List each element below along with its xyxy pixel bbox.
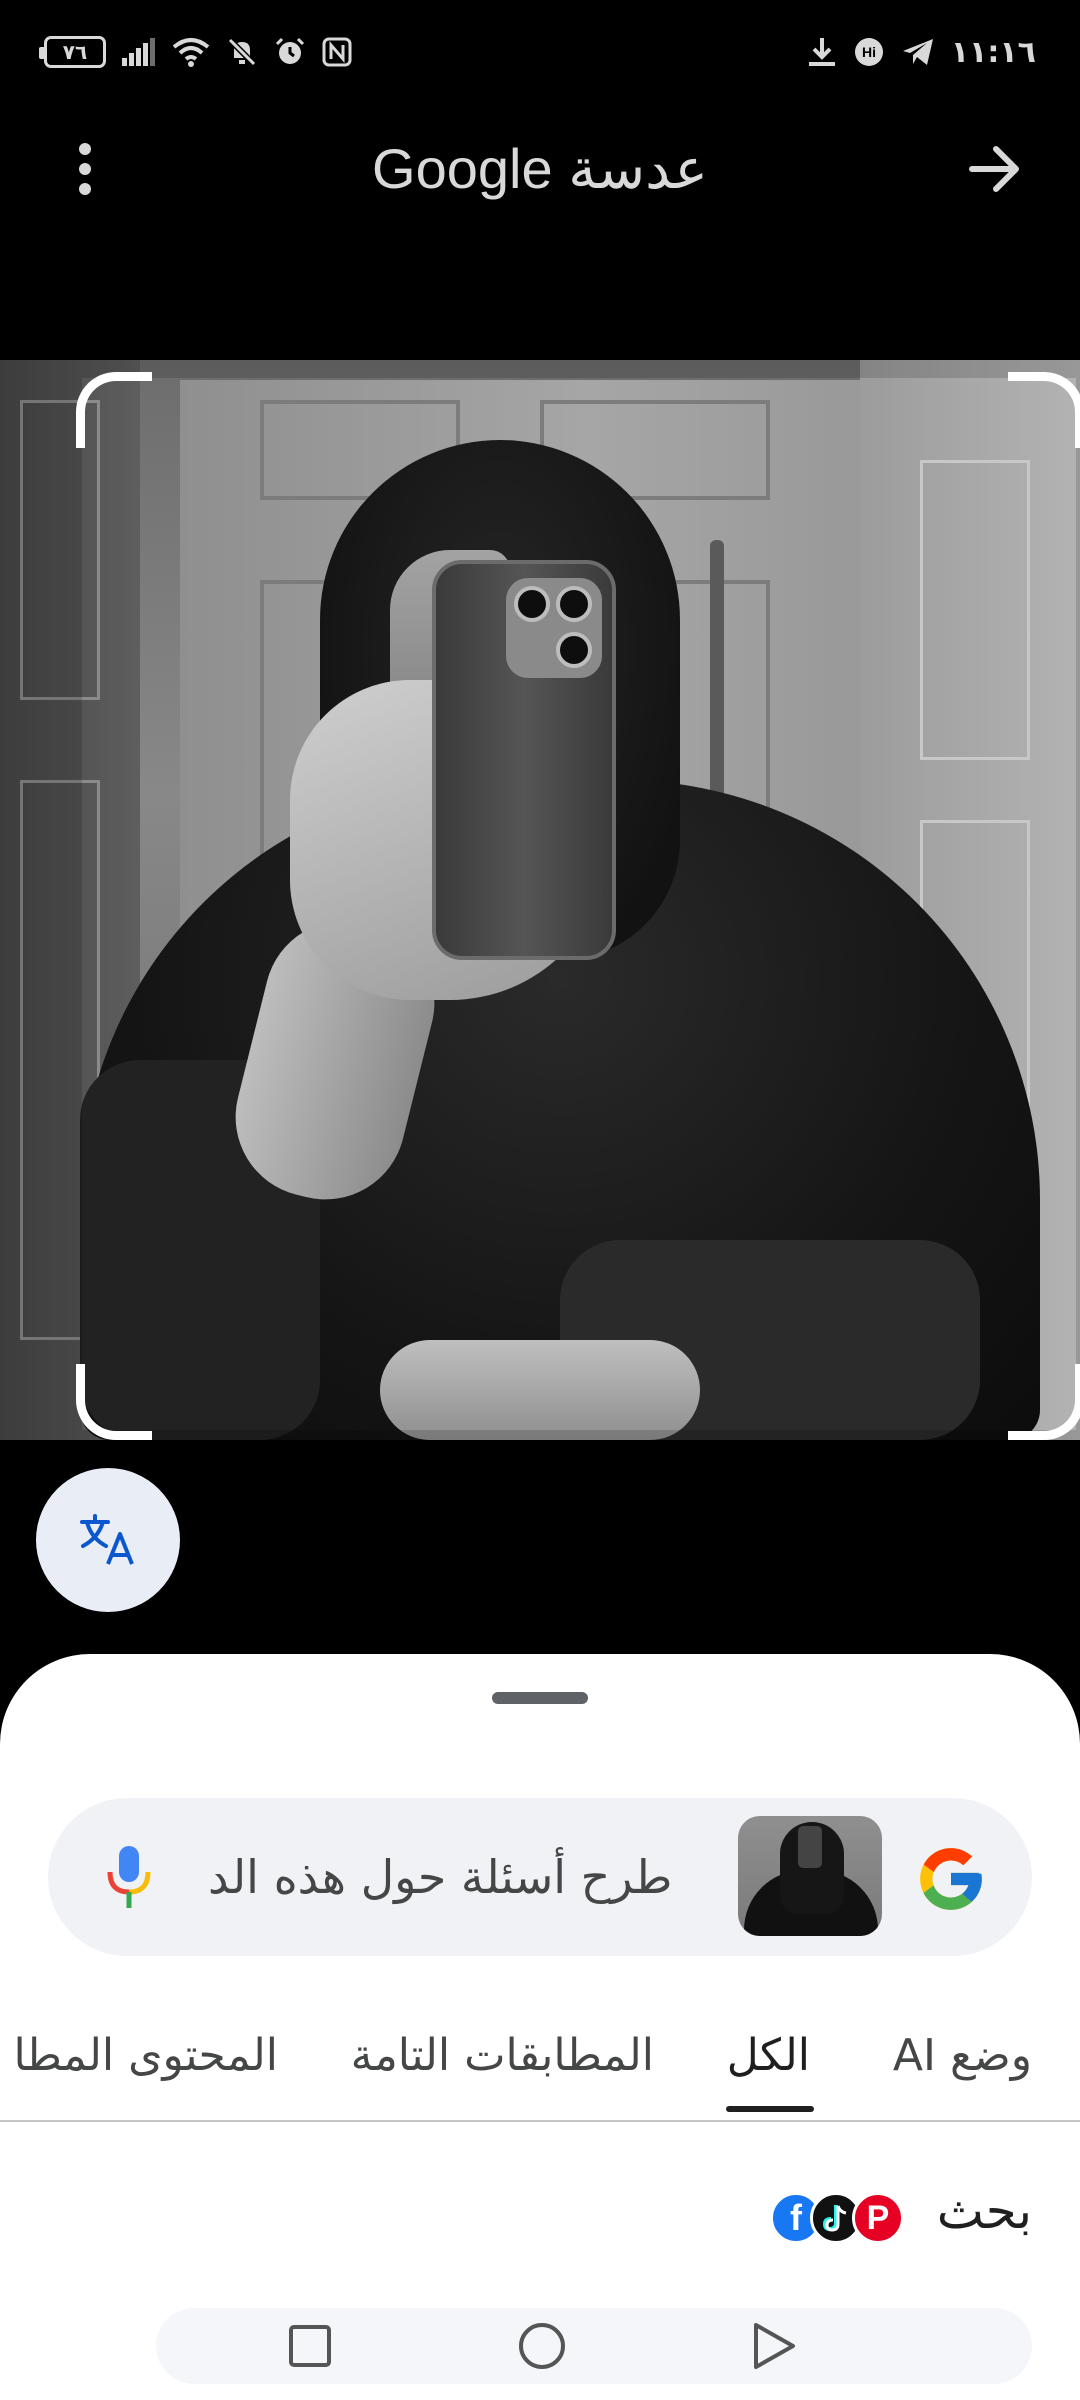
back-button[interactable]	[744, 2316, 804, 2376]
tab-ai-mode[interactable]: وضع AI	[893, 2030, 1032, 2081]
battery-level: ٧٦	[62, 40, 88, 64]
search-input[interactable]: طرح أسئلة حول هذه الد	[208, 1842, 768, 1912]
top-app-bar: عدسة Google	[0, 104, 1080, 234]
page-title: عدسة Google	[372, 136, 708, 202]
pinterest-icon: P	[852, 2192, 904, 2244]
search-sources-row[interactable]: بحث f P	[0, 2162, 1080, 2262]
status-bar: ٧٦ Hi ١١:١٦	[0, 0, 1080, 104]
svg-text:Hi: Hi	[862, 44, 876, 60]
results-sheet: طرح أسئلة حول هذه الد وضع AI الكل المطاب…	[0, 1654, 1080, 2400]
more-vert-icon	[79, 143, 91, 195]
title-lens: عدسة	[568, 137, 708, 200]
query-image-thumbnail[interactable]	[738, 1816, 882, 1936]
recents-button[interactable]	[280, 2316, 340, 2376]
crop-handle-bottom-left[interactable]	[76, 1364, 152, 1440]
hi-app-icon: Hi	[853, 36, 885, 68]
search-bar[interactable]: طرح أسئلة حول هذه الد	[48, 1798, 1032, 1956]
telegram-icon	[901, 37, 935, 67]
google-logo-icon	[914, 1842, 988, 1916]
status-left: ٧٦	[39, 36, 352, 68]
wifi-icon	[172, 37, 210, 67]
screen: ٧٦ Hi ١١:١٦ عدسة Google طرح أسئلة حول هذ…	[0, 0, 1080, 2400]
square-icon	[289, 2325, 331, 2367]
battery-icon: ٧٦	[39, 36, 106, 68]
alarm-icon	[274, 36, 306, 68]
tab-visual-matches[interactable]: المحتوى المطا	[14, 2030, 278, 2081]
nfc-icon	[322, 37, 352, 67]
drag-handle[interactable]	[492, 1692, 588, 1704]
signal-icon	[122, 38, 156, 66]
tab-all[interactable]: الكل	[727, 2030, 810, 2081]
crop-handle-top-left[interactable]	[76, 372, 152, 448]
mute-icon	[226, 36, 258, 68]
active-tab-indicator	[726, 2106, 814, 2112]
home-button[interactable]	[512, 2316, 572, 2376]
crop-frame	[82, 378, 1076, 1430]
circle-icon	[519, 2323, 565, 2369]
arrow-right-icon	[969, 146, 1019, 192]
translate-button[interactable]	[36, 1468, 180, 1612]
crop-handle-bottom-right[interactable]	[1008, 1364, 1080, 1440]
status-time: ١١:١٦	[950, 34, 1036, 70]
status-right: Hi ١١:١٦	[807, 35, 1036, 70]
more-options-button[interactable]	[40, 124, 130, 214]
sources-label: بحث	[936, 2182, 1032, 2240]
crop-handle-top-right[interactable]	[1008, 372, 1080, 448]
translate-icon	[80, 1514, 134, 1565]
voice-search-button[interactable]	[94, 1840, 164, 1914]
mic-icon	[107, 1846, 151, 1908]
download-icon	[807, 36, 837, 68]
triangle-icon	[754, 2323, 795, 2369]
forward-button[interactable]	[950, 124, 1040, 214]
system-nav-bar	[156, 2308, 1032, 2384]
result-tabs: وضع AI الكل المطابقات التامة المحتوى الم…	[0, 2010, 1080, 2122]
title-google: Google	[372, 137, 553, 200]
tab-exact-matches[interactable]: المطابقات التامة	[351, 2030, 654, 2081]
